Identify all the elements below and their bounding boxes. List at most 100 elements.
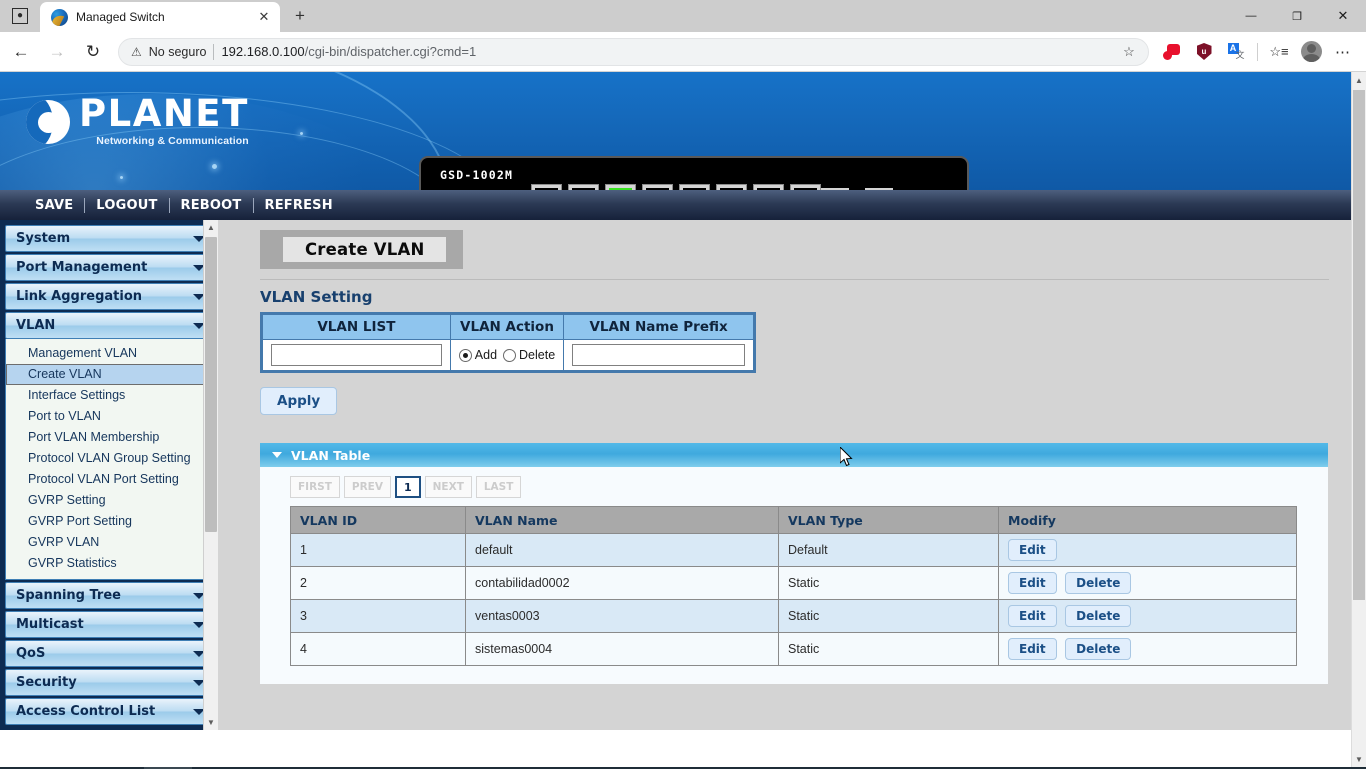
shield-extension-icon[interactable]: u	[1189, 37, 1219, 67]
address-bar[interactable]: ⚠ No seguro 192.168.0.100/cgi-bin/dispat…	[118, 38, 1149, 66]
sidebar-item-port-management[interactable]: Port Management	[5, 254, 214, 281]
adblock-extension-icon[interactable]	[1157, 37, 1187, 67]
taskbar-publisher[interactable]	[384, 767, 432, 769]
page-scrollbar[interactable]: ▲ ▼	[1351, 72, 1366, 767]
reload-button[interactable]: ↻	[76, 36, 110, 68]
vlan-list-input[interactable]	[271, 344, 442, 366]
sidebar-item-multicast[interactable]: Multicast	[5, 611, 214, 638]
action-center-button[interactable]	[1338, 767, 1366, 769]
translate-icon[interactable]	[1221, 37, 1251, 67]
sidebar-item-protocol-vlan-port-setting[interactable]: Protocol VLAN Port Setting	[6, 469, 213, 490]
sidebar-item-gvrp-setting[interactable]: GVRP Setting	[6, 490, 213, 511]
sidebar-scroll-up-icon[interactable]: ▲	[204, 220, 218, 235]
volume-tray-icon[interactable]: 🔊	[1237, 767, 1267, 769]
sidebar-item-system[interactable]: System	[5, 225, 214, 252]
switch-port-3[interactable]	[605, 184, 636, 190]
sidebar-item-qos[interactable]: QoS	[5, 640, 214, 667]
column-vlan-id: VLAN ID	[291, 507, 466, 534]
taskbar-clock[interactable]: 08:58 a. m. 22/04/2021	[1267, 767, 1338, 769]
sidebar-scrollbar[interactable]: ▲ ▼	[203, 220, 218, 730]
close-window-button[interactable]: ✕	[1320, 0, 1366, 32]
switch-sfp-10[interactable]	[865, 188, 893, 190]
sidebar-item-port-to-vlan[interactable]: Port to VLAN	[6, 406, 213, 427]
sidebar-item-port-vlan-membership[interactable]: Port VLAN Membership	[6, 427, 213, 448]
browser-settings-button[interactable]: ⋯ ↑	[1328, 37, 1358, 67]
back-button[interactable]: ←	[4, 36, 38, 68]
page-scroll-down-icon[interactable]: ▼	[1352, 751, 1366, 767]
sidebar-item-spanning-tree[interactable]: Spanning Tree	[5, 582, 214, 609]
profile-avatar[interactable]	[1296, 37, 1326, 67]
page-scroll-thumb[interactable]	[1353, 90, 1365, 600]
switch-port-2[interactable]	[568, 184, 599, 190]
save-button[interactable]: SAVE	[24, 198, 84, 213]
browser-system-menu-button[interactable]: ●	[0, 2, 40, 30]
radio-option-delete[interactable]: Delete	[503, 348, 555, 362]
taskbar-file-explorer[interactable]	[96, 767, 144, 769]
switch-sfp-9[interactable]	[821, 188, 849, 190]
taskbar-pdf-reader[interactable]: GPDF	[432, 767, 480, 769]
device-tray-icon[interactable]: ⌨	[1175, 767, 1208, 769]
sidebar-item-gvrp-statistics[interactable]: GVRP Statistics	[6, 553, 213, 574]
browser-tab[interactable]: Managed Switch ✕	[40, 2, 280, 32]
start-button[interactable]	[0, 767, 48, 769]
pagination-controls: FIRST PREV 1 NEXT LAST	[290, 476, 1328, 498]
show-hidden-icons-button[interactable]: ∧	[1151, 767, 1175, 769]
forward-button[interactable]: →	[40, 36, 74, 68]
switch-port-8[interactable]	[790, 184, 821, 190]
collections-icon[interactable]: ☆≡	[1264, 37, 1294, 67]
sidebar-item-security[interactable]: Security	[5, 669, 214, 696]
refresh-button[interactable]: REFRESH	[254, 198, 344, 213]
sidebar-item-protocol-vlan-group-setting[interactable]: Protocol VLAN Group Setting	[6, 448, 213, 469]
sidebar-item-access-control-list[interactable]: Access Control List	[5, 698, 214, 725]
sidebar-item-create-vlan[interactable]: Create VLAN	[6, 364, 213, 385]
add-favorite-icon[interactable]: ☆	[1116, 40, 1142, 64]
network-tray-icon[interactable]	[1208, 767, 1237, 769]
switch-port-7[interactable]	[753, 184, 784, 190]
sidebar-item-interface-settings[interactable]: Interface Settings	[6, 385, 213, 406]
apply-button[interactable]: Apply	[260, 387, 337, 415]
edit-button[interactable]: Edit	[1008, 539, 1057, 561]
taskbar-search-button[interactable]	[48, 767, 96, 769]
switch-port-5[interactable]	[679, 184, 710, 190]
switch-port-4[interactable]	[642, 184, 673, 190]
sidebar-scroll-thumb[interactable]	[205, 237, 217, 532]
pager-prev-button[interactable]: PREV	[344, 476, 391, 498]
taskbar-chrome[interactable]	[240, 767, 288, 769]
edit-button[interactable]: Edit	[1008, 605, 1057, 627]
cell-modify: Edit	[999, 534, 1297, 567]
pager-first-button[interactable]: FIRST	[290, 476, 340, 498]
pager-page-1-button[interactable]: 1	[395, 476, 421, 498]
close-tab-icon[interactable]: ✕	[254, 7, 274, 27]
delete-button[interactable]: Delete	[1065, 605, 1131, 627]
radio-add-icon[interactable]	[459, 349, 472, 362]
sidebar-item-vlan[interactable]: VLAN	[5, 312, 214, 339]
page-scroll-up-icon[interactable]: ▲	[1352, 72, 1366, 88]
taskbar-command-prompt[interactable]	[288, 767, 336, 769]
sidebar-item-management-vlan[interactable]: Management VLAN	[6, 343, 213, 364]
new-tab-button[interactable]: +	[285, 2, 315, 30]
pager-next-button[interactable]: NEXT	[425, 476, 472, 498]
delete-button[interactable]: Delete	[1065, 638, 1131, 660]
sidebar-item-gvrp-port-setting[interactable]: GVRP Port Setting	[6, 511, 213, 532]
sidebar-scroll-down-icon[interactable]: ▼	[204, 715, 218, 730]
sidebar-item-gvrp-vlan[interactable]: GVRP VLAN	[6, 532, 213, 553]
logout-button[interactable]: LOGOUT	[85, 198, 168, 213]
minimize-button[interactable]: —	[1228, 0, 1274, 32]
taskbar-word[interactable]: W	[336, 767, 384, 769]
edit-button[interactable]: Edit	[1008, 638, 1057, 660]
taskbar-edge[interactable]	[144, 767, 192, 769]
maximize-button[interactable]: ❐	[1274, 0, 1320, 32]
switch-port-1[interactable]	[531, 184, 562, 190]
sidebar-item-link-aggregation[interactable]: Link Aggregation	[5, 283, 214, 310]
collapse-caret-icon[interactable]	[272, 452, 282, 458]
radio-option-add[interactable]: Add	[459, 348, 497, 362]
taskbar-app-ball[interactable]	[192, 767, 240, 769]
vlan-name-prefix-input[interactable]	[572, 344, 745, 366]
pager-last-button[interactable]: LAST	[476, 476, 522, 498]
reboot-button[interactable]: REBOOT	[170, 198, 253, 213]
edit-button[interactable]: Edit	[1008, 572, 1057, 594]
vlan-table-panel-header[interactable]: VLAN Table	[260, 443, 1328, 467]
switch-port-6[interactable]	[716, 184, 747, 190]
radio-delete-icon[interactable]	[503, 349, 516, 362]
delete-button[interactable]: Delete	[1065, 572, 1131, 594]
